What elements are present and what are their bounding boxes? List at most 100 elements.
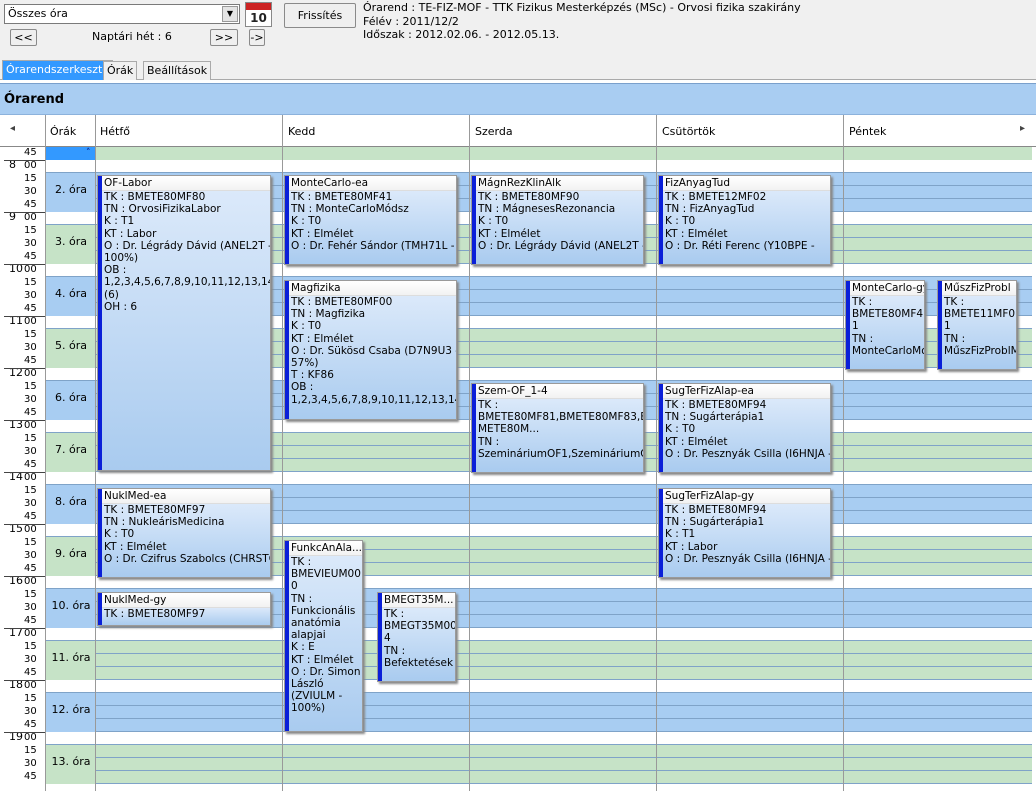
chevron-up-icon[interactable]: ˄	[86, 148, 91, 158]
course-event[interactable]: NuklMed-gy TK : BMETE80MF97	[97, 592, 271, 626]
event-title: SugTerFizAlap-gy	[659, 489, 830, 504]
tab-orak[interactable]: Órák	[103, 61, 138, 80]
event-detail-line: O : Dr. Czifrus Szabolcs (CHRSTQ	[104, 552, 270, 565]
time-minute: 45	[24, 667, 37, 678]
course-event[interactable]: MonteCarlo-ea TK : BMETE80MF41 TN : MonteC…	[284, 175, 457, 265]
refresh-button[interactable]: Frissítés	[284, 3, 356, 28]
time-minute: 00	[24, 212, 37, 223]
period-label: 5. óra	[46, 329, 96, 368]
time-minute: 45	[24, 771, 37, 782]
event-detail-line: O : Dr. Pesznyák Csilla (I6HNJA -	[665, 552, 830, 565]
course-event[interactable]: FizAnyagTud TK : BMETE12MF02 TN : FizAnyag…	[658, 175, 831, 265]
event-detail-line: SzemináriumOF1,SzemináriumOF3,	[478, 447, 643, 460]
event-title: MűszFizProbl	[938, 281, 1016, 296]
event-detail-line: TK : BMETE80MF00	[291, 296, 393, 308]
filter-select-value: Összes óra	[8, 7, 68, 20]
week-label: Naptári hét : 6	[92, 30, 172, 43]
calendar-button[interactable]: 10	[245, 2, 272, 27]
scroll-left-icon[interactable]: ◂	[10, 123, 15, 134]
course-event[interactable]: MágnRezKlinAlk TK : BMETE80MF90 TN : Mágne…	[471, 175, 644, 265]
event-detail-line: alapjai	[291, 629, 326, 642]
hour-line	[4, 524, 46, 525]
course-event[interactable]: NuklMed-ea TK : BMETE80MF97 TN : Nukleáris…	[97, 488, 271, 578]
goto-button[interactable]: ->	[249, 29, 265, 46]
course-event[interactable]: FunkcAnAla... TK : BMEVIEUM00 0 TN : Funkcion…	[284, 540, 363, 732]
chevron-down-icon[interactable]: ▼	[222, 6, 238, 22]
hour-line	[4, 628, 46, 629]
event-detail-line: O : Dr. Réti Ferenc (Y10BPE -	[665, 239, 815, 252]
event-details: TK : BMETE80MF4 1 TN : MonteCarloMó	[850, 296, 924, 369]
time-minute: 00	[24, 680, 37, 691]
column-line	[282, 147, 283, 791]
time-minute: 45	[24, 511, 37, 522]
event-detail-line: K : T0	[291, 320, 322, 333]
time-minute: 30	[24, 654, 37, 665]
info-line: Időszak : 2012.02.06. - 2012.05.13.	[363, 28, 560, 41]
tab-orarendszerkeszto[interactable]: Órarendszerkesztő	[2, 60, 114, 80]
tab-beallitasok[interactable]: Beállítások	[143, 61, 212, 80]
time-minute: 45	[24, 459, 37, 470]
event-detail-line: 100%)	[104, 252, 139, 265]
period-label: 12. óra	[46, 693, 96, 732]
course-event[interactable]: OF-Labor TK : BMETE80MF80 TN : OrvosiFizik…	[97, 175, 271, 471]
course-event[interactable]: MonteCarlo-gy TK : BMETE80MF4 1 TN : MonteCar…	[845, 280, 925, 370]
time-minute: 15	[24, 225, 37, 236]
period-label: 11. óra	[46, 641, 96, 680]
day-header-kedd: Kedd	[288, 125, 316, 138]
time-minute: 15	[24, 641, 37, 652]
event-detail-line: TN : NukleárisMedicina	[104, 516, 225, 529]
event-detail-line: KT : Elmélet	[665, 435, 728, 448]
time-minute: 00	[24, 264, 37, 275]
time-minute: 30	[24, 394, 37, 405]
event-detail-line: OB :	[104, 264, 127, 277]
event-detail-line: Befektetések	[384, 656, 454, 669]
info-line: Órarend : TE-FIZ-MOF - TTK Fizikus Meste…	[363, 1, 801, 14]
event-detail-line: O : Dr. Légrády Dávid (ANEL2T -	[104, 239, 270, 252]
event-detail-line: KT : Elmélet	[291, 332, 354, 345]
course-event[interactable]: BMEGT35M... TK : BMEGT35M00 4 TN : Befektetés…	[377, 592, 456, 682]
course-event[interactable]: SugTerFizAlap-ea TK : BMETE80MF94 TN : Sug…	[658, 383, 831, 473]
time-minute: 45	[24, 251, 37, 262]
time-minute: 30	[24, 602, 37, 613]
prev-week-button[interactable]: <<	[10, 29, 37, 46]
period-label: 3. óra	[46, 225, 96, 264]
course-event[interactable]: SugTerFizAlap-gy TK : BMETE80MF94 TN : Sug…	[658, 488, 831, 578]
event-title: MágnRezKlinAlk	[472, 176, 643, 191]
event-detail-line: (6)	[104, 288, 119, 301]
event-detail-line: TK : BMETE80MF94	[665, 504, 767, 516]
course-event[interactable]: Szem-OF_1-4 TK : BMETE80MF81,BMETE80MF83,B…	[471, 383, 644, 473]
next-week-button[interactable]: >>	[210, 29, 238, 46]
time-minute: 00	[24, 472, 37, 483]
course-event[interactable]: MűszFizProbl TK : BMETE11MF0 1 TN : MűszFizPr…	[937, 280, 1017, 370]
event-details: TK : BMETE80MF97 TN : NukleárisMedicina K …	[102, 504, 270, 577]
event-detail-line: TN :	[291, 592, 313, 605]
event-title: Magfizika	[285, 281, 456, 296]
time-minute: 15	[24, 537, 37, 548]
event-detail-line: K : T0	[478, 215, 509, 228]
tab-bar: Órarendszerkesztő Órák Beállítások	[0, 59, 1036, 80]
toolbar: Összes óra ▼ 10 Frissítés << Naptári hét…	[0, 0, 1036, 59]
event-detail-line: K : T1	[104, 215, 135, 228]
time-minute: 15	[24, 173, 37, 184]
event-detail-line: (ZVIULM -	[291, 690, 343, 703]
time-minute: 45	[24, 407, 37, 418]
column-line	[656, 147, 657, 791]
time-minute: 30	[24, 758, 37, 769]
event-detail-line: TN : MágnesesRezonancia	[478, 203, 616, 216]
column-line	[469, 147, 470, 791]
hour-line	[4, 420, 46, 421]
course-event[interactable]: Magfizika TK : BMETE80MF00 TN : Magfizika K…	[284, 280, 457, 420]
calendar-icon	[246, 3, 271, 10]
filter-select[interactable]: Összes óra ▼	[4, 4, 240, 24]
time-minute: 00	[24, 420, 37, 431]
event-detail-line: TN :	[944, 332, 966, 345]
column-header: ◂ Órák Hétfő Kedd Szerda Csütörtök Pénte…	[0, 115, 1036, 147]
event-detail-line: TN : OrvosiFizikaLabor	[104, 203, 221, 216]
event-detail-line: 1	[852, 320, 859, 333]
event-detail-line: KT : Labor	[665, 540, 718, 553]
period-label: 8. óra	[46, 485, 96, 524]
event-detail-line: K : E	[291, 641, 315, 654]
event-detail-line: METE80M...	[478, 423, 540, 436]
scroll-right-icon[interactable]: ▸	[1020, 123, 1025, 134]
event-detail-line: BMEGT35M00	[384, 620, 455, 633]
